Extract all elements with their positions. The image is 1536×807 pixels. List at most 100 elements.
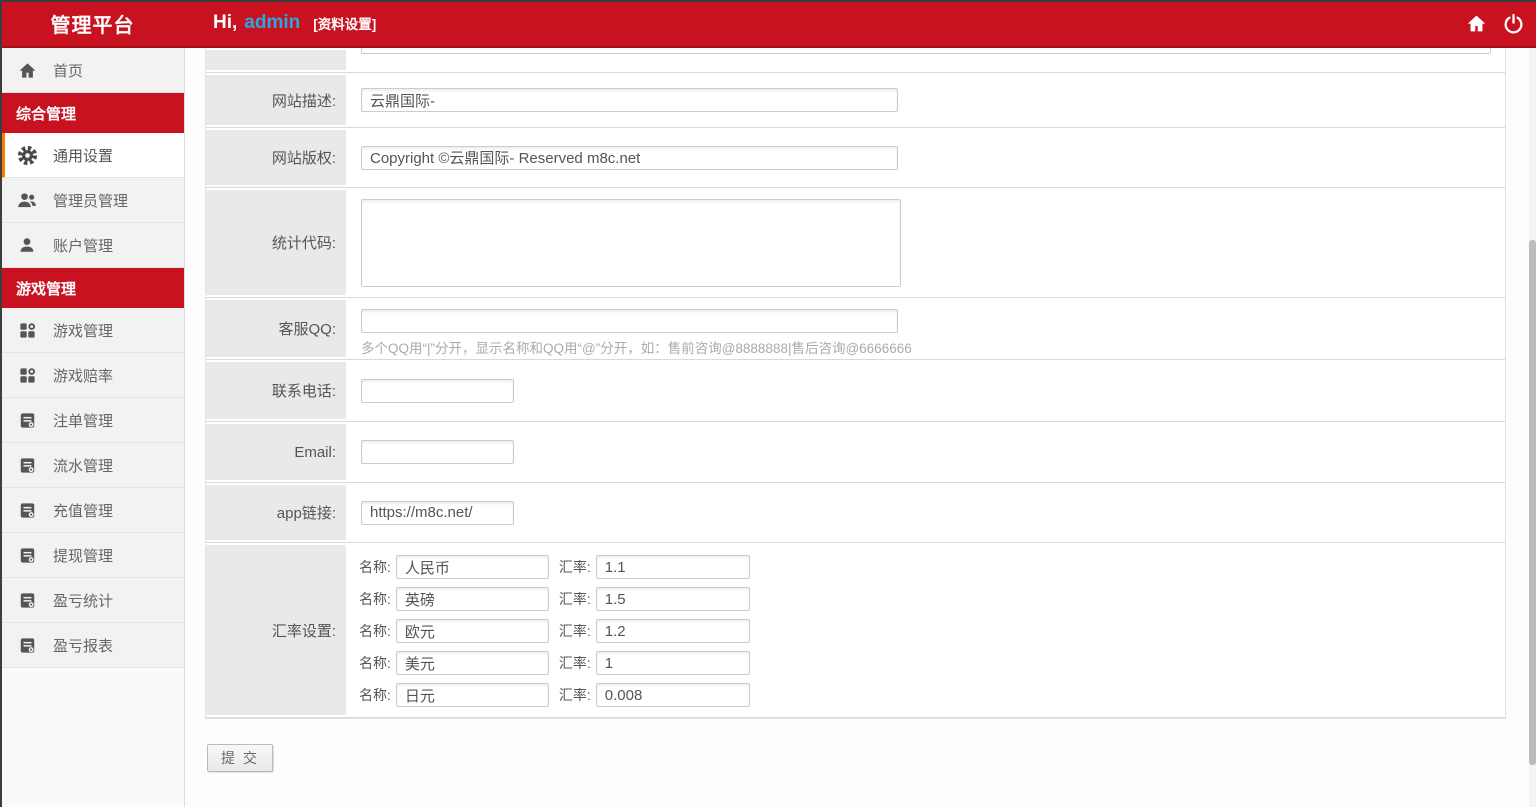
field-label: 网站描述:	[206, 73, 348, 127]
currency-name-input[interactable]	[396, 619, 549, 643]
sidebar-item-profit-report[interactable]: 盈亏报表	[0, 623, 184, 668]
stats-code-textarea[interactable]	[361, 199, 901, 287]
profile-settings-link[interactable]: [资料设置]	[313, 13, 376, 33]
form-label-cell	[206, 48, 348, 72]
form-row-service-qq: 客服QQ: 多个QQ用“|”分开，显示名称和QQ用“@”分开，如：售前咨询@88…	[206, 298, 1505, 360]
currency-name-label: 名称:	[359, 685, 391, 705]
sidebar-section-label: 综合管理	[16, 103, 76, 124]
form-row-contact-phone: 联系电话:	[206, 360, 1505, 422]
cropped-input[interactable]	[361, 48, 1491, 54]
settings-form: 网站描述: 网站版权: 统计代码: 客服QQ: 多个QQ用“|”分开，显示名称和…	[205, 48, 1506, 719]
email-input[interactable]	[361, 440, 514, 464]
currency-rate-label: 汇率:	[559, 621, 591, 641]
exchange-rate-row: 名称: 汇率:	[359, 647, 1505, 679]
currency-rate-input[interactable]	[596, 619, 750, 643]
sidebar-item-label: 管理员管理	[53, 190, 128, 211]
grid-icon	[16, 364, 38, 386]
sidebar-item-label: 流水管理	[53, 455, 113, 476]
currency-name-input[interactable]	[396, 651, 549, 675]
sidebar-item-admin-management[interactable]: 管理员管理	[0, 178, 184, 223]
contact-phone-input[interactable]	[361, 379, 514, 403]
sidebar-item-label: 账户管理	[53, 235, 113, 256]
form-row-stats-code: 统计代码:	[206, 188, 1505, 298]
currency-rate-input[interactable]	[596, 683, 750, 707]
field-label: 客服QQ:	[206, 298, 348, 359]
top-header-bar: 管理平台 Hi, admin [资料设置]	[0, 0, 1536, 48]
gear-icon	[16, 144, 38, 166]
form-row-site-copyright: 网站版权:	[206, 128, 1505, 188]
exchange-rate-row: 名称: 汇率:	[359, 583, 1505, 615]
sidebar-section-games[interactable]: 游戏管理	[0, 268, 184, 308]
user-icon	[16, 234, 38, 256]
currency-rate-label: 汇率:	[559, 557, 591, 577]
currency-name-input[interactable]	[396, 683, 549, 707]
sidebar-item-game-odds[interactable]: 游戏赔率	[0, 353, 184, 398]
sidebar-item-label: 首页	[53, 60, 83, 81]
currency-name-label: 名称:	[359, 653, 391, 673]
exchange-rate-row: 名称: 汇率:	[359, 551, 1505, 583]
username: admin	[244, 12, 300, 34]
power-icon[interactable]	[1502, 12, 1524, 34]
form-row-cropped	[206, 48, 1505, 73]
sidebar-item-label: 注单管理	[53, 410, 113, 431]
grid-icon	[16, 319, 38, 341]
sidebar-item-profit-stats[interactable]: 盈亏统计	[0, 578, 184, 623]
service-qq-input[interactable]	[361, 309, 898, 333]
currency-name-label: 名称:	[359, 557, 391, 577]
form-row-app-link: app链接:	[206, 483, 1505, 543]
sidebar-section-label: 游戏管理	[16, 278, 76, 299]
main-content: 网站描述: 网站版权: 统计代码: 客服QQ: 多个QQ用“|”分开，显示名称和…	[186, 48, 1536, 807]
currency-name-input[interactable]	[396, 587, 549, 611]
window-left-edge	[0, 0, 2, 807]
window-top-edge	[0, 0, 1536, 2]
form-row-email: Email:	[206, 422, 1505, 483]
field-label: 汇率设置:	[206, 543, 348, 717]
header-actions	[1465, 0, 1524, 46]
field-label: Email:	[206, 422, 348, 482]
users-icon	[16, 189, 38, 211]
sidebar-item-label: 充值管理	[53, 500, 113, 521]
exchange-rate-row: 名称: 汇率:	[359, 679, 1505, 711]
currency-name-label: 名称:	[359, 621, 391, 641]
sidebar-item-label: 通用设置	[53, 145, 113, 166]
sidebar-item-general-settings[interactable]: 通用设置	[0, 133, 184, 178]
currency-rate-input[interactable]	[596, 651, 750, 675]
currency-rate-label: 汇率:	[559, 653, 591, 673]
sidebar-item-bet-orders[interactable]: 注单管理	[0, 398, 184, 443]
sidebar-item-home[interactable]: 首页	[0, 48, 184, 93]
site-copyright-input[interactable]	[361, 146, 898, 170]
submit-button[interactable]: 提 交	[207, 744, 273, 772]
sidebar-item-label: 游戏管理	[53, 320, 113, 341]
currency-name-label: 名称:	[359, 589, 391, 609]
service-qq-hint: 多个QQ用“|”分开，显示名称和QQ用“@”分开，如：售前咨询@8888888|…	[361, 337, 1505, 357]
field-label: 联系电话:	[206, 360, 348, 421]
home-icon[interactable]	[1465, 12, 1487, 34]
field-label: 网站版权:	[206, 128, 348, 187]
currency-rate-input[interactable]	[596, 555, 750, 579]
sidebar-section-general[interactable]: 综合管理	[0, 93, 184, 133]
sidebar-item-deposit-management[interactable]: 充值管理	[0, 488, 184, 533]
site-description-input[interactable]	[361, 88, 898, 112]
field-label: 统计代码:	[206, 188, 348, 297]
currency-name-input[interactable]	[396, 555, 549, 579]
currency-rate-label: 汇率:	[559, 685, 591, 705]
sidebar-item-game-management[interactable]: 游戏管理	[0, 308, 184, 353]
field-label: app链接:	[206, 483, 348, 542]
app-title: 管理平台	[0, 0, 185, 46]
currency-rate-input[interactable]	[596, 587, 750, 611]
sidebar-item-withdrawal-management[interactable]: 提现管理	[0, 533, 184, 578]
ledger-icon	[16, 544, 38, 566]
sidebar-item-transaction-flow[interactable]: 流水管理	[0, 443, 184, 488]
home-icon	[16, 59, 38, 81]
currency-rate-label: 汇率:	[559, 589, 591, 609]
sidebar-item-account-management[interactable]: 账户管理	[0, 223, 184, 268]
user-greeting: Hi, admin [资料设置]	[213, 0, 376, 46]
scrollbar-thumb[interactable]	[1529, 240, 1536, 765]
ledger-icon	[16, 589, 38, 611]
form-row-exchange-rates: 汇率设置: 名称: 汇率: 名称: 汇率: 名称: 汇率:	[206, 543, 1505, 718]
exchange-rate-row: 名称: 汇率:	[359, 615, 1505, 647]
scrollbar-track[interactable]	[1529, 48, 1536, 807]
greeting-prefix: Hi,	[213, 12, 237, 34]
app-link-input[interactable]	[361, 501, 514, 525]
sidebar-item-label: 提现管理	[53, 545, 113, 566]
